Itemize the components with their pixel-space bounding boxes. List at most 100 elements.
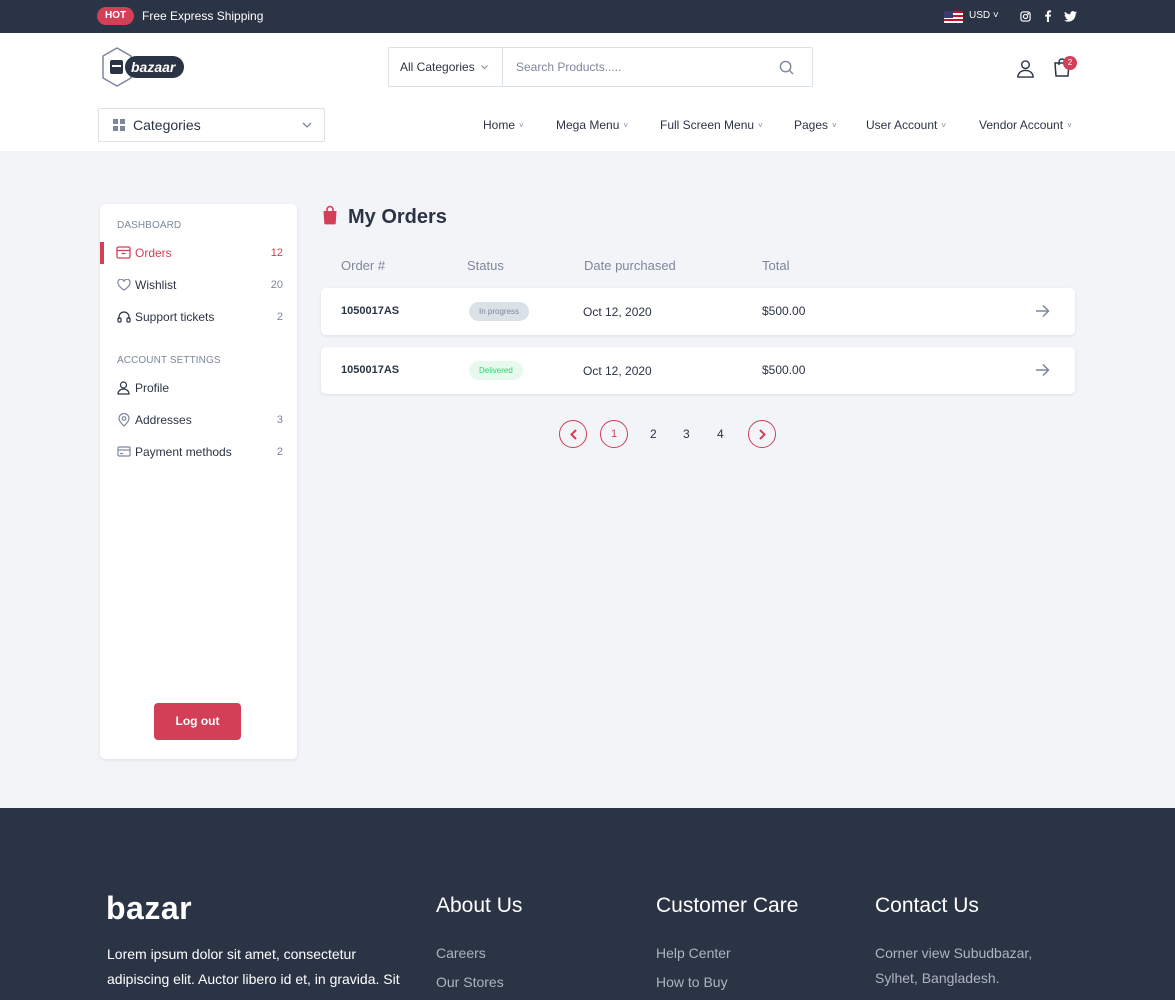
sidebar-item-count: 12 xyxy=(270,247,283,259)
chevron-down-icon xyxy=(480,64,488,69)
search-category-label: All Categories xyxy=(400,60,475,74)
categories-dropdown[interactable]: Categories xyxy=(98,108,325,142)
nav-label: User Account xyxy=(866,118,938,132)
sidebar-item-profile[interactable]: Profile xyxy=(100,378,297,398)
nav-full-screen-menu[interactable]: Full Screen Menu ˅ xyxy=(660,118,763,132)
hot-badge: HOT xyxy=(97,7,135,25)
sidebar-item-support-tickets[interactable]: Support tickets 2 xyxy=(100,307,297,327)
nav-mega-menu[interactable]: Mega Menu ˅ xyxy=(556,118,628,132)
grid-icon xyxy=(113,119,125,131)
nav-vendor-account[interactable]: Vendor Account ˅ xyxy=(979,118,1072,132)
order-id: 1050017AS xyxy=(341,364,400,376)
pagination-page[interactable]: 3 xyxy=(683,427,690,441)
order-date: Oct 12, 2020 xyxy=(583,364,652,378)
footer-description: Lorem ipsum dolor sit amet, consectetur … xyxy=(107,946,400,987)
nav-home[interactable]: Home ˅ xyxy=(483,118,524,132)
footer-address-line: Corner view Subudbazar, xyxy=(875,945,1033,961)
location-pin-icon xyxy=(116,412,131,427)
column-header-order: Order # xyxy=(341,258,386,273)
sidebar-item-wishlist[interactable]: Wishlist 20 xyxy=(100,275,297,295)
footer-link-help-center[interactable]: Help Center xyxy=(656,945,731,961)
footer-link-how-to-buy[interactable]: How to Buy xyxy=(656,974,728,990)
footer-about-title: About Us xyxy=(436,894,523,917)
pagination-page[interactable]: 2 xyxy=(650,427,657,441)
shopping-bag-icon xyxy=(116,245,131,260)
dashboard-sidebar: DASHBOARD Orders 12 Wishlist 20 Support … xyxy=(100,204,297,759)
cart-count-badge: 2 xyxy=(1063,56,1077,70)
status-badge: Delivered xyxy=(469,361,523,380)
sidebar-item-count: 3 xyxy=(276,414,283,426)
bazaar-logo[interactable]: bazaar xyxy=(100,47,188,87)
sidebar-item-label: Addresses xyxy=(135,413,192,427)
nav-label: Vendor Account xyxy=(979,118,1064,132)
search-input[interactable] xyxy=(503,48,760,86)
nav-label: Full Screen Menu xyxy=(660,118,755,132)
pagination-prev-button[interactable] xyxy=(559,420,587,448)
arrow-right-icon[interactable] xyxy=(1035,363,1050,382)
pagination-page-current[interactable]: 1 xyxy=(600,420,628,448)
footer-care-title: Customer Care xyxy=(656,894,799,917)
nav-label: Home xyxy=(483,118,516,132)
credit-card-icon xyxy=(116,444,131,459)
sidebar-item-count: 2 xyxy=(276,311,283,323)
sidebar-item-addresses[interactable]: Addresses 3 xyxy=(100,410,297,430)
sidebar-item-label: Support tickets xyxy=(135,310,215,324)
us-flag-icon[interactable] xyxy=(944,11,963,23)
order-total: $500.00 xyxy=(762,304,806,318)
order-row[interactable]: 1050017AS Delivered Oct 12, 2020 $500.00 xyxy=(321,347,1075,394)
pagination-next-button[interactable] xyxy=(748,420,776,448)
site-header: bazaar All Categories 2 Categories Home˅… xyxy=(0,33,1175,151)
user-icon[interactable] xyxy=(1016,59,1035,83)
headset-icon xyxy=(116,309,131,324)
chevron-down-icon xyxy=(302,122,312,128)
logout-button[interactable]: Log out xyxy=(154,703,241,740)
column-header-total: Total xyxy=(762,258,790,273)
shipping-notice: Free Express Shipping xyxy=(142,9,264,23)
instagram-icon[interactable] xyxy=(1018,9,1032,23)
search-bar: All Categories xyxy=(388,47,813,87)
account-section-title: ACCOUNT SETTINGS xyxy=(117,355,221,366)
search-icon[interactable] xyxy=(760,48,812,86)
sidebar-item-payment-methods[interactable]: Payment methods 2 xyxy=(100,442,297,462)
heart-icon xyxy=(116,277,131,292)
order-id: 1050017AS xyxy=(341,305,400,317)
order-date: Oct 12, 2020 xyxy=(583,305,652,319)
categories-label: Categories xyxy=(133,117,201,133)
chevron-right-icon xyxy=(758,428,766,440)
footer-link-our-stores[interactable]: Our Stores xyxy=(436,974,504,990)
top-bar: HOT Free Express Shipping USD ˅ xyxy=(0,0,1175,33)
chevron-left-icon xyxy=(569,428,577,440)
currency-selector[interactable]: USD ˅ xyxy=(969,10,999,21)
sidebar-item-count: 20 xyxy=(270,279,283,291)
column-header-status: Status xyxy=(467,258,504,273)
order-total: $500.00 xyxy=(762,363,806,377)
footer-link-careers[interactable]: Careers xyxy=(436,945,486,961)
footer-logo[interactable]: bazar xyxy=(106,890,192,927)
currency-label: USD xyxy=(969,10,991,21)
logo-text: bazaar xyxy=(131,59,176,75)
status-badge: In progress xyxy=(469,302,530,321)
sidebar-item-label: Profile xyxy=(135,381,170,395)
nav-label: Mega Menu xyxy=(556,118,620,132)
order-row[interactable]: 1050017AS In progress Oct 12, 2020 $500.… xyxy=(321,288,1075,335)
pagination-page[interactable]: 4 xyxy=(717,427,724,441)
shopping-bag-icon xyxy=(322,205,338,230)
nav-label: Pages xyxy=(794,118,829,132)
column-header-date: Date purchased xyxy=(584,258,676,273)
site-footer: bazar Lorem ipsum dolor sit amet, consec… xyxy=(0,808,1175,1000)
sidebar-item-orders[interactable]: Orders 12 xyxy=(100,242,297,264)
sidebar-item-count: 2 xyxy=(276,446,283,458)
arrow-right-icon[interactable] xyxy=(1035,304,1050,323)
user-icon xyxy=(116,380,131,395)
twitter-icon[interactable] xyxy=(1063,9,1077,23)
page-header: My Orders xyxy=(322,204,447,230)
nav-pages[interactable]: Pages ˅ xyxy=(794,118,837,132)
dashboard-section-title: DASHBOARD xyxy=(117,220,182,231)
footer-address-line: Sylhet, Bangladesh. xyxy=(875,970,1000,986)
search-category-select[interactable]: All Categories xyxy=(389,48,503,86)
nav-user-account[interactable]: User Account ˅ xyxy=(866,118,946,132)
footer-contact-title: Contact Us xyxy=(875,894,979,917)
sidebar-item-label: Orders xyxy=(135,246,172,260)
facebook-icon[interactable] xyxy=(1041,9,1055,23)
sidebar-item-label: Payment methods xyxy=(135,445,232,459)
